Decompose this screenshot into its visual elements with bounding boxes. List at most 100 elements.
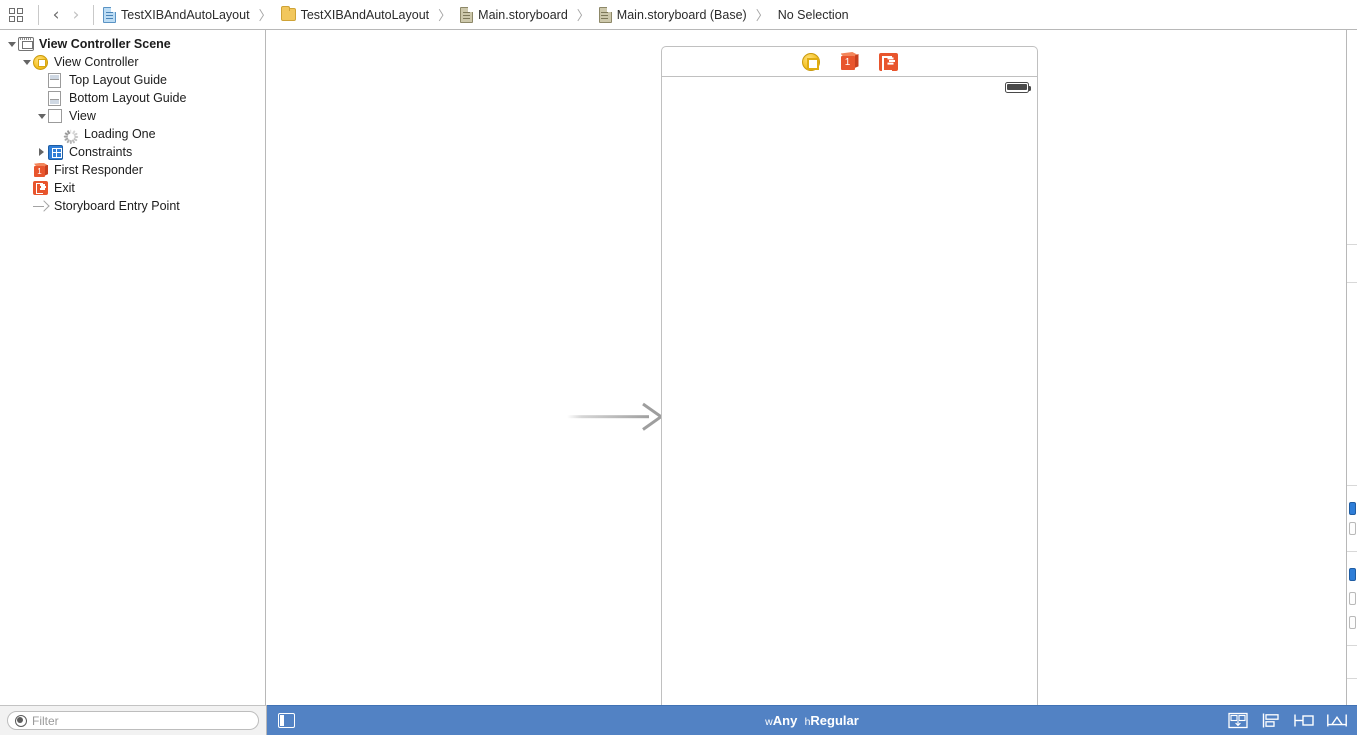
navigator-filter-bar: Filter [0,705,267,735]
storyboard-canvas[interactable] [267,30,1345,705]
filter-placeholder: Filter [32,713,59,728]
filter-input[interactable]: Filter [7,711,259,730]
align-button[interactable] [1260,712,1282,729]
utilities-panel[interactable] [1346,30,1357,705]
inspector-field[interactable] [1349,616,1356,629]
outline-row[interactable]: View Controller [0,53,265,71]
pin-button[interactable] [1293,712,1315,729]
breadcrumb-separator: 〉 [258,9,272,24]
forward-button[interactable]: › [66,4,86,26]
storyboard-document-icon [598,6,612,23]
outline-row[interactable]: Exit [0,179,265,197]
trait-height-value: Regular [810,713,859,728]
battery-icon [1005,81,1032,93]
outline-row-label: First Responder [54,163,143,177]
view-controller-view[interactable] [661,76,1038,705]
outline-row[interactable]: View [0,107,265,125]
panel-divider [1347,244,1357,245]
exit-dock-icon[interactable] [878,52,898,72]
panel-divider [1347,678,1357,679]
activity-indicator-icon [63,126,80,145]
outline-row-label: View [69,109,96,123]
toolbar-divider [93,4,94,25]
outline-row-label: View Controller [54,55,139,69]
scene-icon [18,36,35,53]
disclosure-triangle-icon[interactable] [35,107,48,125]
breadcrumb-item[interactable]: Main.storyboard [458,4,570,26]
breadcrumb-item[interactable]: No Selection [776,4,851,26]
inspector-field[interactable] [1349,522,1356,535]
breadcrumb-item[interactable]: Main.storyboard (Base) [597,4,749,26]
outline-row[interactable]: Loading One [0,125,265,145]
autolayout-button-group [1227,706,1348,735]
panel-divider [1347,282,1357,283]
entry-point-arrow-icon [33,198,50,215]
toolbar-divider [38,4,39,25]
view-controller-icon [33,54,50,71]
outline-row[interactable]: Constraints [0,143,265,161]
inspector-field[interactable] [1349,592,1356,605]
document-outline-toggle-icon[interactable] [278,713,295,728]
inspector-field[interactable] [1349,502,1356,515]
storyboard-document-icon [460,6,474,23]
outline-row-label: Top Layout Guide [69,73,167,87]
inspector-field[interactable] [1349,568,1356,581]
breadcrumb-label: No Selection [777,7,849,22]
outline-row[interactable]: Storyboard Entry Point [0,197,265,215]
breadcrumb-separator: 〉 [755,9,769,24]
project-document-icon [103,6,116,23]
breadcrumb-separator: 〉 [438,9,452,24]
outline-row-label: Constraints [69,145,133,159]
filter-icon[interactable] [15,714,27,727]
disclosure-triangle-icon[interactable] [20,53,33,71]
folder-icon [280,6,296,21]
grid-view-icon[interactable] [7,6,25,24]
jump-bar: ‹ › TestXIBAndAutoLayout 〉 TestXIBAndAutoL… [0,0,1357,30]
bottom-layout-guide-icon [48,90,65,107]
top-layout-guide-icon [48,72,65,89]
outline-row[interactable]: Bottom Layout Guide [0,89,265,107]
disclosure-triangle-icon[interactable] [35,143,48,161]
size-class-label: wAny hRegular [267,713,1357,728]
view-controller-dock-icon[interactable] [801,52,820,71]
breadcrumb-separator: 〉 [576,9,590,24]
outline-row-label: View Controller Scene [39,37,171,51]
breadcrumb-label: Main.storyboard (Base) [616,7,747,22]
disclosure-triangle-icon[interactable] [5,35,18,53]
storyboard-entry-point-arrow [567,402,663,432]
breadcrumb-item[interactable]: TestXIBAndAutoLayout [279,4,432,26]
xcode-window: ‹ › TestXIBAndAutoLayout 〉 TestXIBAndAutoL… [0,0,1357,735]
breadcrumb-item[interactable]: TestXIBAndAutoLayout [101,4,252,26]
back-button[interactable]: ‹ [46,4,66,26]
outline-tree: View Controller Scene View Controller Top … [0,30,265,215]
trait-height-prefix: h [804,716,811,728]
stack-button[interactable] [1227,712,1249,729]
trait-width-prefix: w [765,716,773,728]
breadcrumb-label: TestXIBAndAutoLayout [121,7,250,22]
view-icon [48,108,65,125]
canvas-status-bar: wAny hRegular [267,705,1357,735]
panel-divider [1347,551,1357,552]
first-responder-dock-icon[interactable] [840,52,859,71]
outline-row[interactable]: Top Layout Guide [0,71,265,89]
resolve-issues-button[interactable] [1326,712,1348,729]
outline-row-label: Bottom Layout Guide [69,91,187,105]
outline-row[interactable]: View Controller Scene [0,35,265,53]
document-outline-navigator[interactable]: View Controller Scene View Controller Top … [0,30,266,705]
panel-divider [1347,485,1357,486]
outline-row-label: Loading One [84,127,156,141]
outline-row-label: Exit [54,181,75,195]
trait-width-value: Any [772,713,798,728]
breadcrumb-label: Main.storyboard [478,7,568,22]
breadcrumb: TestXIBAndAutoLayout 〉 TestXIBAndAutoLayou… [101,4,851,26]
exit-icon [33,180,50,197]
simulated-status-bar [662,77,1037,97]
constraints-icon [48,144,65,161]
outline-row[interactable]: First Responder [0,161,265,179]
panel-divider [1347,645,1357,646]
